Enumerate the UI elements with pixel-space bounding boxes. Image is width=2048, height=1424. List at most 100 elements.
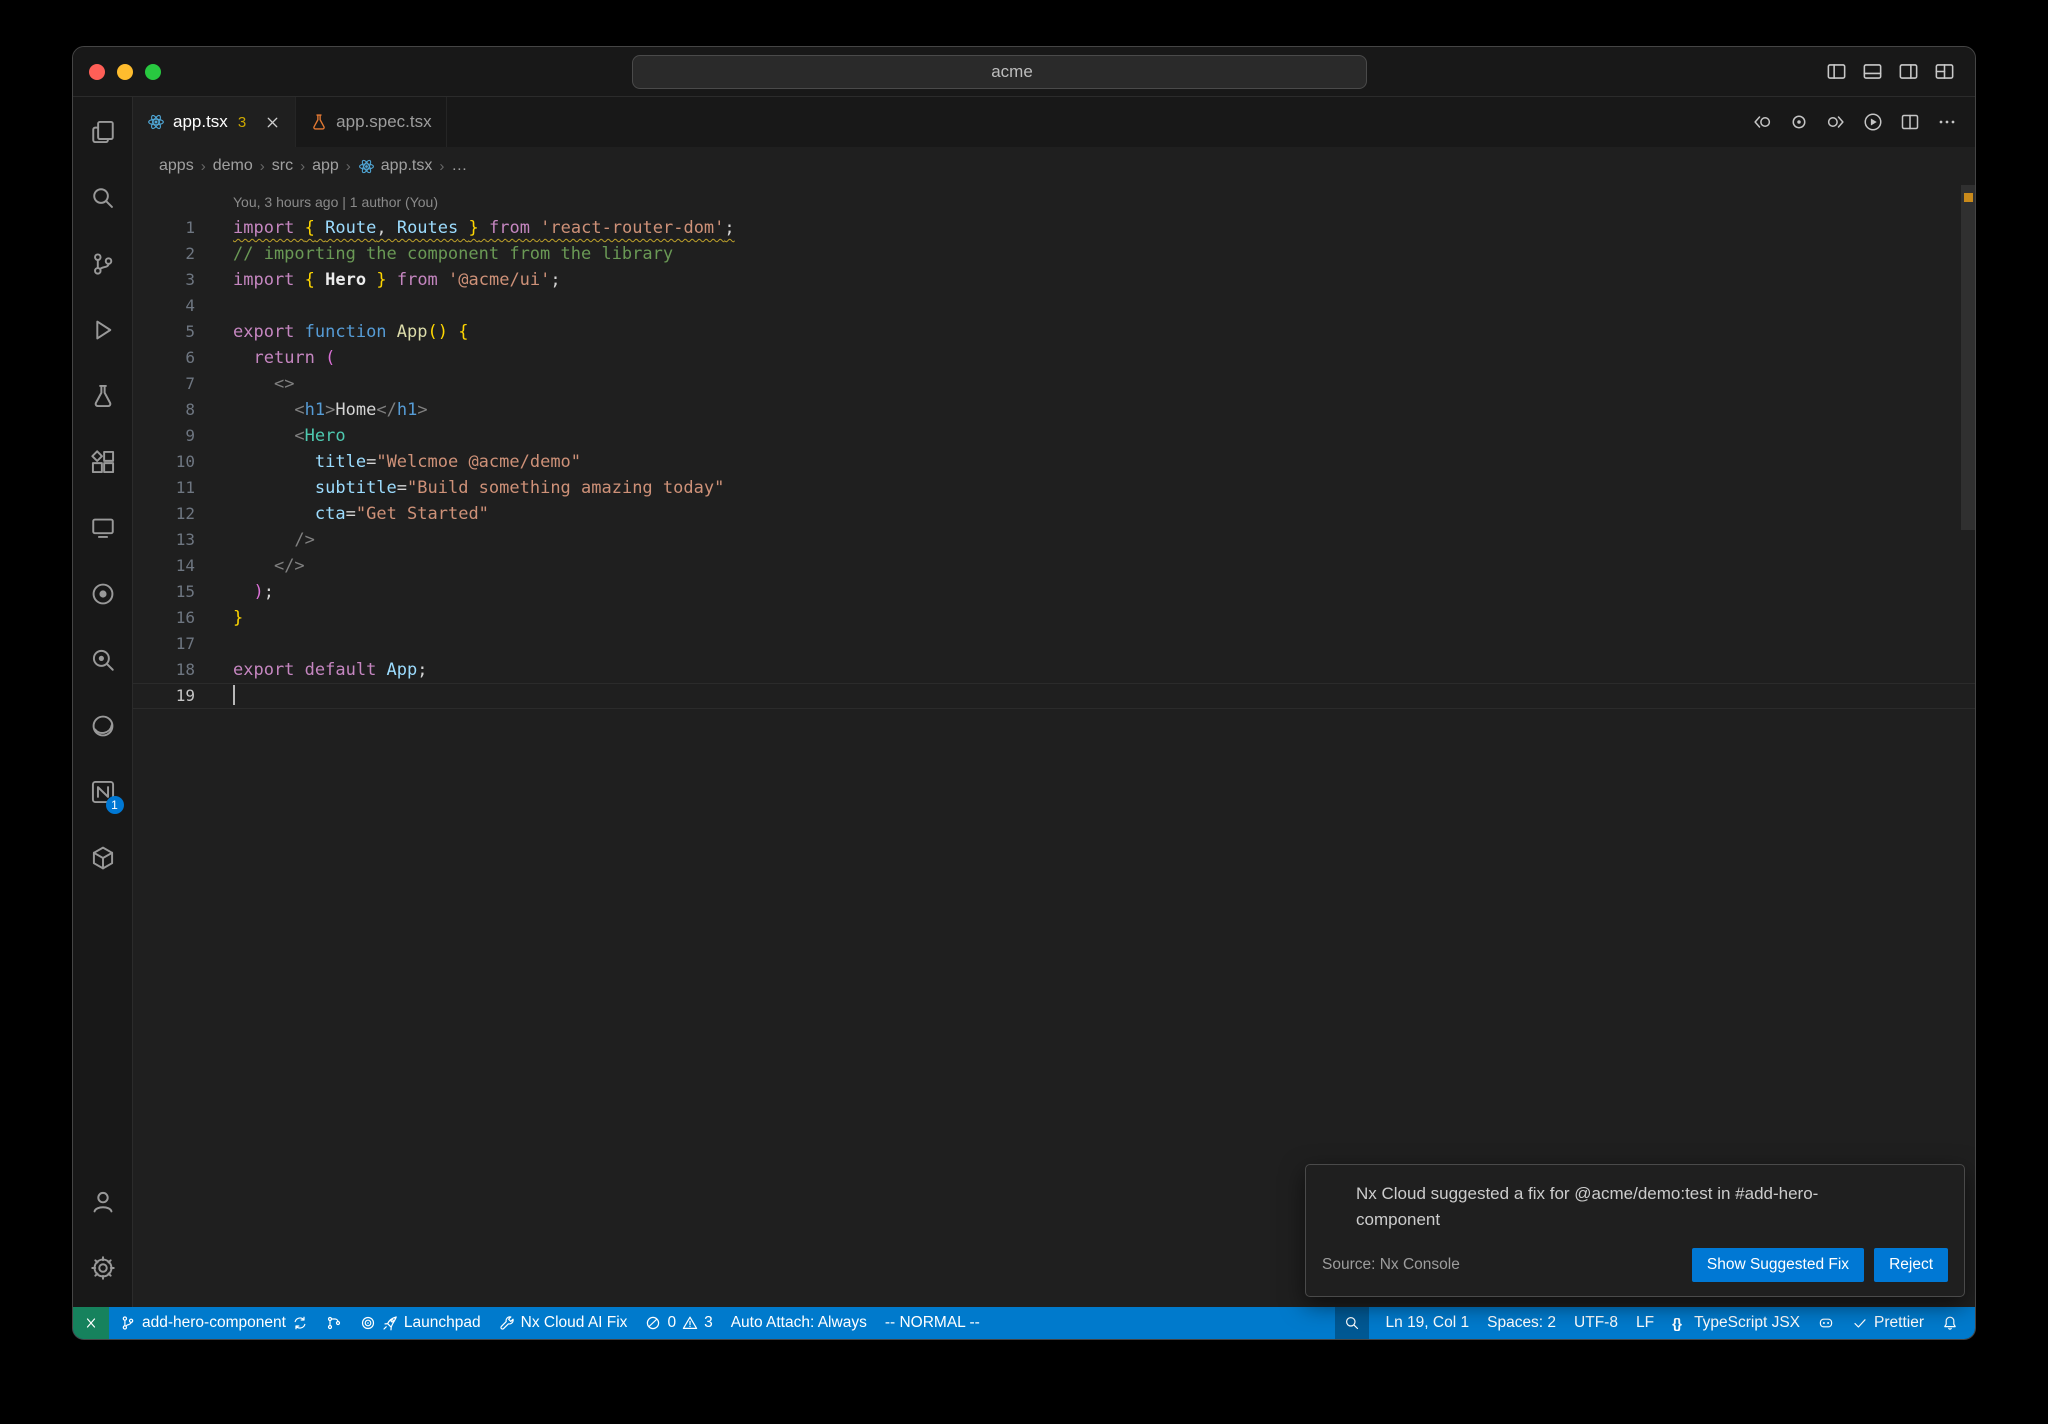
nx-cloud-ai-fix-item[interactable]: Nx Cloud AI Fix (490, 1307, 637, 1339)
line-number[interactable]: 6 (133, 345, 233, 371)
line-number[interactable]: 4 (133, 293, 233, 319)
line-number[interactable]: 18 (133, 657, 233, 683)
vim-mode-item[interactable]: -- NORMAL -- (876, 1307, 989, 1339)
activity-run-debug[interactable] (73, 297, 133, 363)
reject-button[interactable]: Reject (1874, 1248, 1948, 1282)
code-line-4[interactable]: 4 (133, 293, 1975, 319)
copilot-item[interactable] (1809, 1307, 1843, 1339)
code-line-3[interactable]: 3 import { Hero } from '@acme/ui'; (133, 267, 1975, 293)
activity-settings-gear[interactable] (73, 1235, 133, 1301)
problems-item[interactable]: 03 (636, 1307, 721, 1339)
gear-icon[interactable] (1898, 1184, 1917, 1203)
activity-project-graph[interactable] (73, 825, 133, 891)
activity-account[interactable] (73, 1169, 133, 1235)
editor[interactable]: You, 3 hours ago | 1 author (You) 1 impor… (133, 185, 1975, 1307)
cursor-position-item[interactable]: Ln 19, Col 1 (1377, 1307, 1479, 1339)
breadcrumb-file[interactable]: app.tsx (381, 157, 433, 175)
line-number[interactable]: 3 (133, 267, 233, 293)
tab-app-tsx[interactable]: app.tsx 3 (133, 97, 297, 147)
code-line-17[interactable]: 17 (133, 631, 1975, 657)
breadcrumb-segment-app[interactable]: app (312, 157, 339, 175)
code-line-10[interactable]: 10 title="Welcmoe @acme/demo" (133, 449, 1975, 475)
code-line-2[interactable]: 2// importing the component from the lib… (133, 241, 1975, 267)
code-line-8[interactable]: 8 <h1>Home</h1> (133, 397, 1975, 423)
close-window-button[interactable] (89, 63, 105, 80)
activity-explorer[interactable] (73, 99, 133, 165)
auto-attach-item[interactable]: Auto Attach: Always (722, 1307, 876, 1339)
line-number[interactable]: 17 (133, 631, 233, 657)
line-number[interactable]: 8 (133, 397, 233, 423)
activity-gitlens-inspect[interactable] (73, 627, 133, 693)
code-line-18[interactable]: 18 export default App; (133, 657, 1975, 683)
code-line-1[interactable]: 1 import { Route, Routes } from 'react-ro… (133, 215, 1975, 241)
run-icon[interactable] (1863, 112, 1883, 132)
split-editor-icon[interactable] (1900, 112, 1920, 132)
close-icon[interactable] (264, 114, 281, 131)
zoom-window-button[interactable] (145, 63, 161, 80)
line-number[interactable]: 14 (133, 553, 233, 579)
close-icon[interactable] (1929, 1184, 1948, 1203)
branch-item[interactable]: add-hero-component (111, 1307, 317, 1339)
line-number[interactable]: 7 (133, 371, 233, 397)
scrollbar-thumb[interactable] (1961, 185, 1975, 530)
code-line-5[interactable]: 5 export function App() { (133, 319, 1975, 345)
account-icon[interactable] (1379, 61, 1400, 82)
code-line-16[interactable]: 16} (133, 605, 1975, 631)
line-number[interactable]: 10 (133, 449, 233, 475)
line-number[interactable]: 16 (133, 605, 233, 631)
tab-app-spec-tsx[interactable]: app.spec.tsx (296, 97, 447, 147)
breadcrumb-segment-src[interactable]: src (272, 157, 293, 175)
activity-remote-explorer[interactable] (73, 495, 133, 561)
breadcrumb-symbol-tail[interactable]: … (451, 157, 467, 175)
line-number[interactable]: 12 (133, 501, 233, 527)
code-line-11[interactable]: 11 subtitle="Build something amazing tod… (133, 475, 1975, 501)
history-back-circle-icon[interactable] (1752, 112, 1772, 132)
nav-forward-icon[interactable] (599, 61, 620, 82)
activity-search[interactable] (73, 165, 133, 231)
layout-editor-grid-icon[interactable] (1898, 61, 1919, 82)
line-number[interactable]: 5 (133, 319, 233, 345)
line-number[interactable]: 19 (133, 683, 233, 709)
line-number[interactable]: 13 (133, 527, 233, 553)
line-number[interactable]: 15 (133, 579, 233, 605)
code-line-9[interactable]: 9 <Hero (133, 423, 1975, 449)
line-number[interactable]: 9 (133, 423, 233, 449)
codelens-annotation[interactable]: You, 3 hours ago | 1 author (You) (233, 189, 1975, 215)
line-number[interactable]: 2 (133, 241, 233, 267)
more-actions-icon[interactable] (1937, 112, 1957, 132)
prettier-item[interactable]: Prettier (1843, 1307, 1933, 1339)
layout-panel-icon[interactable] (1862, 61, 1883, 82)
code-line-19[interactable]: 19 (133, 683, 1975, 709)
activity-edge-devtools[interactable] (73, 693, 133, 759)
language-item[interactable]: {} TypeScript JSX (1663, 1307, 1809, 1339)
nav-back-icon[interactable] (566, 61, 587, 82)
line-number[interactable]: 11 (133, 475, 233, 501)
activity-testing[interactable] (73, 363, 133, 429)
activity-extensions[interactable] (73, 429, 133, 495)
activity-gitlens[interactable] (73, 561, 133, 627)
code-line-15[interactable]: 15 ); (133, 579, 1975, 605)
commit-graph-item[interactable] (317, 1307, 351, 1339)
code-line-13[interactable]: 13 /> (133, 527, 1975, 553)
notifications-item[interactable] (1933, 1307, 1967, 1339)
activity-source-control[interactable] (73, 231, 133, 297)
breadcrumb-segment-apps[interactable]: apps (159, 157, 194, 175)
code-line-12[interactable]: 12 cta="Get Started" (133, 501, 1975, 527)
launchpad-item[interactable]: Launchpad (351, 1307, 490, 1339)
customize-layout-icon[interactable] (1934, 61, 1955, 82)
layout-sidebar-left-icon[interactable] (1826, 61, 1847, 82)
indentation-item[interactable]: Spaces: 2 (1478, 1307, 1565, 1339)
line-number[interactable]: 1 (133, 215, 233, 241)
show-suggested-fix-button[interactable]: Show Suggested Fix (1691, 1248, 1865, 1282)
code-line-6[interactable]: 6 return ( (133, 345, 1975, 371)
minimize-window-button[interactable] (117, 63, 133, 80)
eol-item[interactable]: LF (1627, 1307, 1663, 1339)
zoom-item[interactable] (1334, 1307, 1369, 1339)
activity-nx-console[interactable]: 1 (73, 759, 133, 825)
breadcrumb-segment-demo[interactable]: demo (213, 157, 253, 175)
history-forward-circle-icon[interactable] (1826, 112, 1846, 132)
code-line-14[interactable]: 14 </> (133, 553, 1975, 579)
record-dot-icon[interactable] (1789, 112, 1809, 132)
command-center-search[interactable]: acme (632, 54, 1367, 89)
encoding-item[interactable]: UTF-8 (1565, 1307, 1627, 1339)
